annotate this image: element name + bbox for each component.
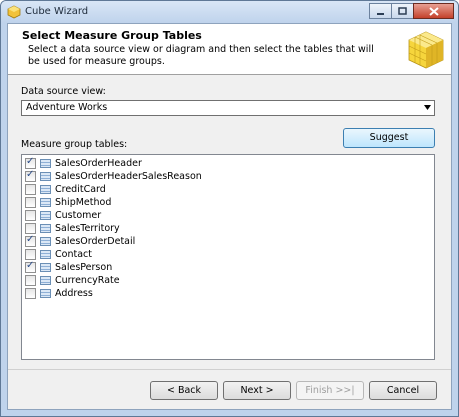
measure-group-tables-label: Measure group tables: (21, 139, 128, 150)
cube-icon (408, 31, 444, 69)
list-item[interactable]: ✓ SalesOrderHeader (25, 156, 142, 170)
table-icon (40, 159, 51, 168)
table-checkbox[interactable] (25, 223, 36, 234)
table-icon (40, 224, 51, 233)
list-item[interactable]: CreditCard (25, 183, 106, 196)
minimize-button[interactable] (369, 3, 392, 19)
table-checkbox[interactable]: ✓ (25, 156, 36, 169)
list-item[interactable]: ✓ SalesOrderDetail (25, 234, 136, 248)
checkmark-icon: ✓ (26, 156, 35, 167)
maximize-button[interactable] (391, 3, 414, 19)
table-icon (40, 211, 51, 220)
table-name: CreditCard (55, 184, 106, 195)
back-button[interactable]: < Back (150, 381, 218, 400)
finish-button[interactable]: Finish >>| (296, 381, 364, 400)
table-checkbox[interactable]: ✓ (25, 260, 36, 273)
list-item[interactable]: ShipMethod (25, 196, 111, 209)
checkmark-icon: ✓ (26, 169, 35, 180)
wizard-client-area: Select Measure Group Tables Select a dat… (7, 23, 452, 410)
table-checkbox[interactable] (25, 249, 36, 260)
table-icon (40, 185, 51, 194)
table-icon (40, 198, 51, 207)
table-checkbox[interactable] (25, 288, 36, 299)
table-icon (40, 237, 51, 246)
table-checkbox[interactable]: ✓ (25, 169, 36, 182)
table-icon (40, 250, 51, 259)
list-item[interactable]: CurrencyRate (25, 274, 120, 287)
title-bar: Cube Wizard (1, 1, 458, 23)
maximize-icon (398, 6, 407, 15)
checkmark-icon: ✓ (26, 234, 35, 245)
list-item[interactable]: Contact (25, 248, 92, 261)
table-name: ShipMethod (55, 197, 112, 208)
wizard-header: Select Measure Group Tables Select a dat… (8, 24, 451, 75)
table-name: SalesTerritory (55, 223, 120, 234)
list-item[interactable]: Customer (25, 209, 101, 222)
table-checkbox[interactable] (25, 275, 36, 286)
table-checkbox[interactable]: ✓ (25, 234, 36, 247)
table-name: SalesPerson (55, 262, 113, 273)
page-title: Select Measure Group Tables (22, 29, 202, 42)
table-checkbox[interactable] (25, 184, 36, 195)
list-item[interactable]: SalesTerritory (25, 222, 120, 235)
suggest-button[interactable]: Suggest (343, 128, 435, 148)
window-title: Cube Wizard (25, 6, 89, 17)
checkmark-icon: ✓ (26, 260, 35, 271)
table-name: SalesOrderHeaderSalesReason (55, 171, 202, 182)
footer-divider (8, 369, 451, 370)
cube-wizard-window: Cube Wizard Select Measure Group Tables … (0, 0, 459, 417)
table-checkbox[interactable] (25, 197, 36, 208)
table-icon (40, 289, 51, 298)
next-button[interactable]: Next > (223, 381, 291, 400)
caption-buttons (369, 3, 454, 20)
data-source-select[interactable]: Adventure Works (21, 100, 435, 116)
table-name: SalesOrderDetail (55, 236, 136, 247)
list-item[interactable]: ✓ SalesPerson (25, 260, 113, 274)
table-icon (40, 263, 51, 272)
table-icon (40, 276, 51, 285)
list-item[interactable]: Address (25, 287, 93, 300)
page-description: Select a data source view or diagram and… (28, 44, 374, 67)
table-name: Contact (55, 249, 92, 260)
close-icon (428, 6, 439, 16)
data-source-value: Adventure Works (26, 102, 108, 113)
close-button[interactable] (413, 3, 454, 19)
app-icon (7, 5, 21, 19)
table-icon (40, 172, 51, 181)
minimize-icon (377, 12, 384, 15)
measure-group-tables-list[interactable]: ✓ SalesOrderHeader ✓ SalesOrderHeaderSalesR… (21, 154, 435, 360)
chevron-down-icon (424, 105, 431, 110)
cancel-button[interactable]: Cancel (369, 381, 437, 400)
table-name: CurrencyRate (55, 275, 120, 286)
table-name: SalesOrderHeader (55, 158, 142, 169)
data-source-label: Data source view: (21, 86, 106, 97)
list-item[interactable]: ✓ SalesOrderHeaderSalesReason (25, 169, 202, 183)
table-name: Address (55, 288, 93, 299)
table-checkbox[interactable] (25, 210, 36, 221)
table-name: Customer (55, 210, 102, 221)
